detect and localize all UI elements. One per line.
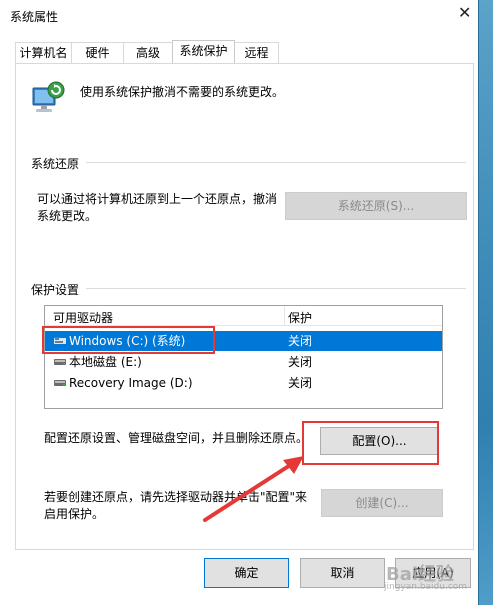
drive-protection-status: 关闭 — [288, 355, 313, 369]
create-description-line2: 启用保护。 — [44, 507, 105, 521]
system-restore-desc-line2: 系统更改。 — [37, 209, 98, 223]
desktop-background-strip — [478, 0, 493, 605]
tab-advanced[interactable]: 高级 — [123, 42, 173, 63]
hard-drive-icon — [54, 380, 66, 386]
close-icon[interactable]: ✕ — [458, 5, 472, 21]
list-header: 可用驱动器 保护 — [45, 306, 442, 326]
system-restore-button[interactable]: 系统还原(S)... — [285, 192, 467, 220]
section-divider — [86, 162, 466, 163]
protection-settings-title: 保护设置 — [31, 283, 80, 297]
window-title: 系统属性 — [10, 10, 59, 24]
column-separator[interactable] — [284, 306, 285, 325]
drive-row-d[interactable]: Recovery Image (D:) 关闭 — [45, 373, 442, 393]
ok-button[interactable]: 确定 — [204, 558, 289, 588]
drive-row-e[interactable]: 本地磁盘 (E:) 关闭 — [45, 352, 442, 372]
annotation-arrow-icon — [203, 456, 304, 522]
system-restore-desc-line1: 可以通过将计算机还原到上一个还原点，撤消 — [37, 192, 278, 206]
title-bar[interactable]: 系统属性 ✕ — [0, 0, 478, 30]
drive-protection-status: 关闭 — [288, 376, 313, 390]
tab-computer-name[interactable]: 计算机名 — [15, 42, 72, 63]
tab-system-protection[interactable]: 系统保护 — [172, 40, 235, 63]
hard-drive-icon — [54, 359, 66, 365]
column-protection[interactable]: 保护 — [288, 309, 312, 326]
system-restore-title: 系统还原 — [31, 157, 80, 171]
watermark-subtext: jingyan.baidu.com — [384, 582, 468, 592]
tab-hardware[interactable]: 硬件 — [71, 42, 124, 63]
drive-name: 本地磁盘 (E:) — [69, 355, 142, 369]
create-button[interactable]: 创建(C)... — [321, 489, 443, 517]
drive-name: Recovery Image (D:) — [69, 376, 193, 390]
drive-protection-status: 关闭 — [288, 334, 313, 348]
annotation-highlight-configure — [302, 421, 439, 465]
system-protection-icon — [32, 81, 65, 112]
intro-text: 使用系统保护撤消不需要的系统更改。 — [80, 85, 285, 99]
column-available-drives[interactable]: 可用驱动器 — [53, 309, 113, 326]
section-divider — [86, 288, 466, 289]
tab-remote[interactable]: 远程 — [234, 42, 279, 63]
watermark: Bai经验 jingyan.baidu.com — [362, 558, 478, 594]
configure-description: 配置还原设置、管理磁盘空间，并且删除还原点。 — [44, 431, 309, 445]
annotation-highlight-drive — [42, 326, 215, 354]
drive-list[interactable]: 可用驱动器 保护 Windows (C:) (系统) 关闭 本地磁盘 (E:) … — [44, 305, 443, 409]
